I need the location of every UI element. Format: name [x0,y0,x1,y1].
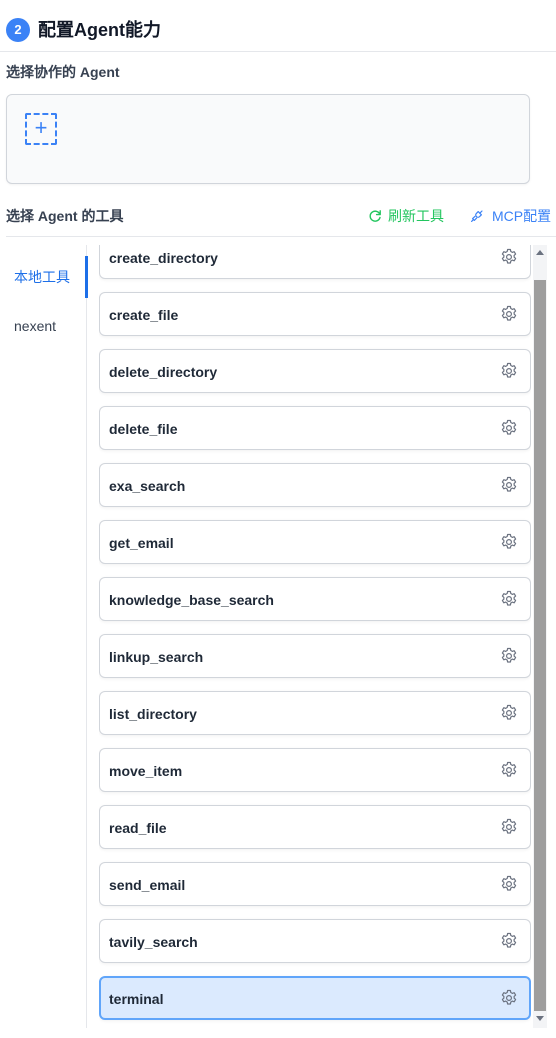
tool-item-linkup-search[interactable]: linkup_search [99,634,531,678]
active-category-indicator [85,256,88,298]
gear-icon[interactable] [500,590,518,608]
add-agent-button[interactable]: + [25,113,57,145]
plug-icon [470,206,484,226]
tool-item-tavily-search[interactable]: tavily_search [99,919,531,963]
tool-name: list_directory [109,706,197,722]
tool-item-knowledge-base-search[interactable]: knowledge_base_search [99,577,531,621]
tool-item-exa-search[interactable]: exa_search [99,463,531,507]
section-title: 配置Agent能力 [38,20,161,40]
section-header: 2 配置Agent能力 [0,0,556,52]
gear-icon[interactable] [500,989,518,1007]
refresh-tools-button[interactable]: 刷新工具 [368,206,444,226]
plus-icon: + [34,115,48,140]
gear-icon[interactable] [500,875,518,893]
gear-icon[interactable] [500,761,518,779]
gear-icon[interactable] [500,305,518,323]
refresh-tools-label: 刷新工具 [388,208,444,224]
tool-item-create-directory[interactable]: create_directory [99,245,531,279]
collaborator-label: 选择协作的 Agent [6,64,120,80]
gear-icon[interactable] [500,932,518,950]
category-local-tools[interactable]: 本地工具 [14,267,70,287]
tool-name: tavily_search [109,934,198,950]
gear-icon[interactable] [500,419,518,437]
tool-name: create_file [109,307,179,323]
tool-name: delete_file [109,421,178,437]
tool-list: create_directory create_file delete_dire… [99,245,531,1027]
tool-name: terminal [109,991,164,1007]
gear-icon[interactable] [500,248,518,266]
tool-item-create-file[interactable]: create_file [99,292,531,336]
gear-icon[interactable] [500,818,518,836]
tool-name: get_email [109,535,174,551]
gear-icon[interactable] [500,533,518,551]
tool-name: linkup_search [109,649,204,665]
tool-item-delete-directory[interactable]: delete_directory [99,349,531,393]
tool-category-sidebar: 本地工具 nexent [6,245,88,1028]
tool-name: read_file [109,820,167,836]
gear-icon[interactable] [500,362,518,380]
tool-name: move_item [109,763,183,779]
tool-item-send-email[interactable]: send_email [99,862,531,906]
gear-icon[interactable] [500,476,518,494]
gear-icon[interactable] [500,647,518,665]
scroll-down-arrow[interactable] [536,1016,544,1021]
tool-item-delete-file[interactable]: delete_file [99,406,531,450]
scrollbar-thumb[interactable] [534,280,546,1011]
scroll-up-arrow[interactable] [536,250,544,255]
refresh-icon [368,207,382,227]
tool-item-list-directory[interactable]: list_directory [99,691,531,735]
mcp-config-button[interactable]: MCP配置 [470,206,551,226]
tool-name: delete_directory [109,364,218,380]
tool-name: send_email [109,877,186,893]
mcp-config-label: MCP配置 [492,208,552,224]
tools-label: 选择 Agent 的工具 [6,208,124,224]
tool-item-read-file[interactable]: read_file [99,805,531,849]
gear-icon[interactable] [500,704,518,722]
tool-item-get-email[interactable]: get_email [99,520,531,564]
tool-name: exa_search [109,478,186,494]
tool-item-move-item[interactable]: move_item [99,748,531,792]
category-nexent[interactable]: nexent [14,316,56,336]
tool-item-terminal[interactable]: terminal [99,976,531,1020]
tool-name: knowledge_base_search [109,592,274,608]
collaborator-agent-box: + [6,94,530,184]
section-divider [6,236,556,237]
step-badge: 2 [6,18,30,42]
tool-name: create_directory [109,250,218,266]
